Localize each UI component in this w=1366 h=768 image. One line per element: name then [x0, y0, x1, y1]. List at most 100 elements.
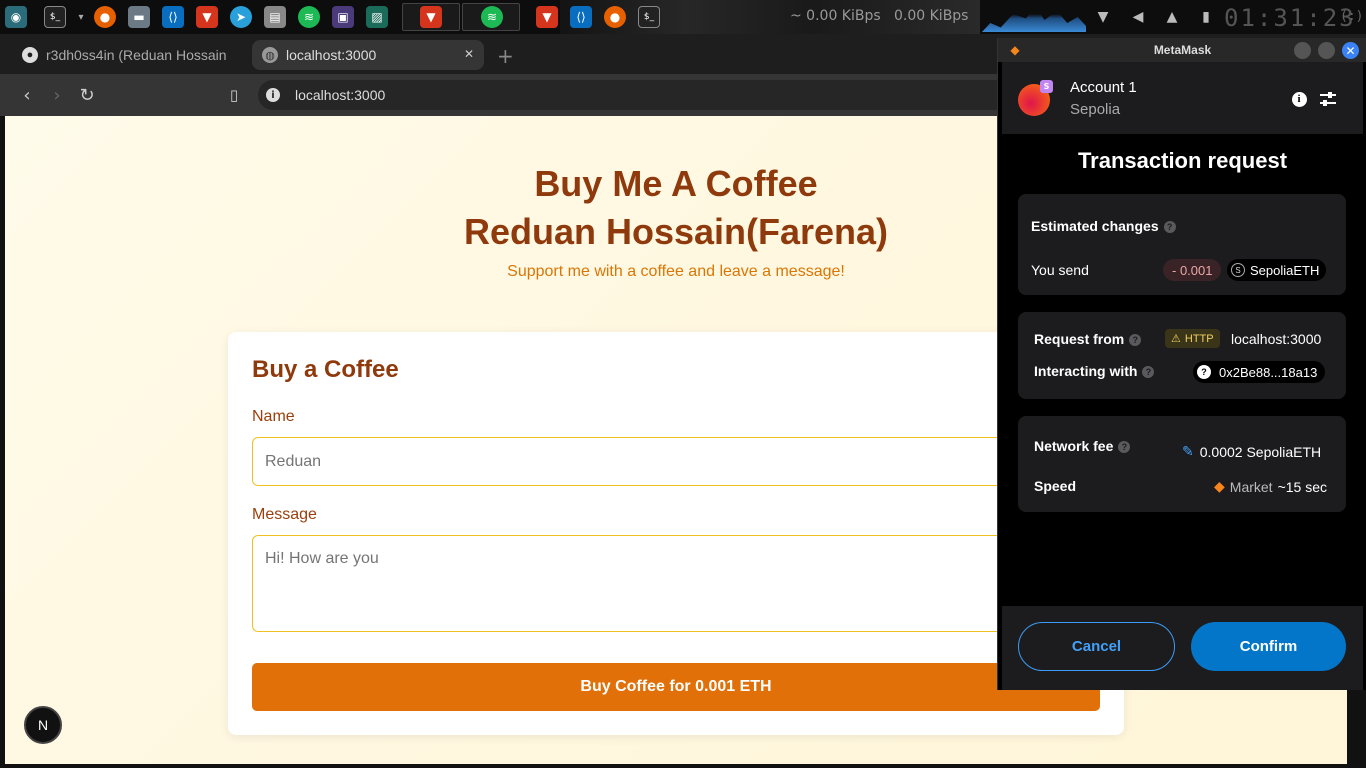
speed-time: ~15 sec — [1277, 478, 1328, 495]
fox-speed-icon: ◆ — [1214, 478, 1225, 494]
speed-value-row: ◆ Market ~15 sec — [1214, 478, 1327, 495]
message-label: Message — [252, 506, 317, 523]
interacting-with-label: Interacting with — [1034, 363, 1138, 379]
back-arrow-icon[interactable]: ‹ — [16, 84, 38, 106]
vscode-icon[interactable]: ⟨⟩ — [162, 6, 184, 28]
metamask-titlebar: ◆ MetaMask ✕ — [998, 38, 1366, 62]
minimize-window-button[interactable] — [1294, 42, 1311, 59]
site-info-icon[interactable]: i — [266, 88, 280, 102]
buy-coffee-button[interactable]: Buy Coffee for 0.001 ETH — [252, 663, 1100, 711]
desktop-screen: ◉ $_ ▾ ● ▬ ⟨⟩ ▼ ➤ ▤ ≋ ▣ ▨ ▼ ≋ ▼ ⟨⟩ ● $_ … — [0, 0, 1366, 768]
wifi-icon[interactable]: ▼ — [1093, 7, 1113, 27]
forward-arrow-icon[interactable]: › — [46, 84, 68, 106]
estimated-changes-row: Estimated changes? — [1031, 218, 1176, 234]
spotify-icon[interactable]: ≋ — [298, 6, 320, 28]
contract-address-pill[interactable]: ? 0x2Be88...18a13 — [1193, 361, 1326, 383]
speed-label: Speed — [1034, 478, 1077, 494]
firefox-icon[interactable]: ● — [94, 6, 116, 28]
brave-icon[interactable]: ▼ — [196, 6, 218, 28]
warning-triangle-icon: ⚠ — [1171, 333, 1181, 345]
you-send-label: You send — [1031, 262, 1089, 278]
telegram-icon[interactable]: ➤ — [230, 6, 252, 28]
tab-label: r3dh0ss4in (Reduan Hossain — [46, 47, 227, 63]
battery-icon[interactable]: ▮ — [1196, 7, 1216, 27]
spotify-window-icon[interactable]: ≋ — [481, 6, 503, 28]
notification-bell-icon[interactable]: ▲ — [1162, 7, 1182, 27]
tab-localhost[interactable]: ◍ localhost:3000 ✕ — [252, 40, 484, 70]
settings-sliders-icon[interactable] — [1318, 89, 1338, 109]
github-icon: ● — [22, 47, 38, 63]
terminal-task-icon[interactable]: $_ — [638, 6, 660, 28]
reload-icon[interactable]: ↻ — [76, 84, 98, 106]
clock-seconds-indicator: (:) — [1340, 9, 1364, 24]
account-name: Account 1 — [1070, 79, 1137, 96]
address-bar-url[interactable]: localhost:3000 — [295, 87, 385, 103]
network-fee-label: Network fee — [1034, 438, 1114, 454]
http-badge-label: HTTP — [1184, 332, 1214, 345]
edit-pencil-icon[interactable]: ✎ — [1182, 443, 1194, 460]
account-header: S Account 1 Sepolia i — [1002, 62, 1363, 134]
screen-recorder-icon[interactable]: ▣ — [332, 6, 354, 28]
tab-github[interactable]: ● r3dh0ss4in (Reduan Hossain — [12, 40, 248, 70]
contract-address: 0x2Be88...18a13 — [1219, 364, 1318, 380]
document-viewer-icon[interactable]: ▤ — [264, 6, 286, 28]
interacting-with-row: Interacting with? — [1034, 363, 1155, 379]
close-tab-icon[interactable]: ✕ — [464, 47, 474, 61]
message-textarea[interactable] — [252, 535, 1100, 632]
unknown-contract-icon: ? — [1197, 365, 1211, 379]
network-download-speed: ~ 0.00 KiBps — [790, 8, 881, 24]
maximize-window-button[interactable] — [1318, 42, 1335, 59]
coffee-form-card: Buy a Coffee Name Message Buy Coffee for… — [228, 332, 1124, 735]
name-label: Name — [252, 408, 295, 425]
request-details-box: Request from? ⚠ HTTP localhost:3000 Inte… — [1018, 312, 1346, 399]
name-input[interactable] — [252, 437, 1100, 486]
network-activity-graph — [982, 6, 1086, 32]
network-upload-speed: 0.00 KiBps — [894, 8, 969, 24]
transaction-body: Transaction request Estimated changes? Y… — [1002, 134, 1363, 606]
address-bar[interactable]: i localhost:3000 — [258, 80, 1018, 110]
network-name: Sepolia — [1070, 101, 1121, 118]
close-window-button[interactable]: ✕ — [1342, 42, 1359, 59]
metamask-popup: ◆ MetaMask ✕ S Account 1 Sepolia i Trans… — [997, 38, 1366, 690]
token-icon: S — [1231, 263, 1245, 277]
network-fee-row: Network fee? — [1034, 438, 1131, 454]
clock: 01:31:23 — [1224, 4, 1356, 32]
action-footer: Cancel Confirm — [1002, 606, 1363, 690]
bookmark-icon[interactable]: ▯ — [223, 84, 245, 106]
vscode-task-icon[interactable]: ⟨⟩ — [570, 6, 592, 28]
nextjs-dev-badge[interactable]: N — [24, 706, 62, 744]
help-icon[interactable]: ? — [1118, 441, 1131, 454]
form-title: Buy a Coffee — [252, 356, 399, 383]
firefox-task-icon[interactable]: ● — [604, 6, 626, 28]
send-amount-pill: - 0.001 — [1163, 259, 1222, 281]
http-warning-badge: ⚠ HTTP — [1165, 329, 1220, 348]
network-fee-value-row[interactable]: ✎ 0.0002 SepoliaETH — [1182, 443, 1321, 460]
system-panel: ◉ $_ ▾ ● ▬ ⟨⟩ ▼ ➤ ▤ ≋ ▣ ▨ ▼ ≋ ▼ ⟨⟩ ● $_ … — [0, 0, 1366, 34]
help-icon[interactable]: ? — [1129, 334, 1142, 347]
image-viewer-icon[interactable]: ▨ — [366, 6, 388, 28]
app-launcher-icon[interactable]: ◉ — [5, 6, 27, 28]
terminal-icon[interactable]: $_ — [44, 6, 66, 28]
request-from-label: Request from — [1034, 331, 1125, 347]
network-fee-box: Network fee? ✎ 0.0002 SepoliaETH Speed ◆… — [1018, 416, 1346, 512]
network-fee-value: 0.0002 SepoliaETH — [1199, 443, 1322, 460]
help-icon[interactable]: ? — [1163, 221, 1176, 234]
brave-task-icon[interactable]: ▼ — [536, 6, 558, 28]
send-token-pill[interactable]: S SepoliaETH — [1227, 259, 1327, 281]
speed-value: Market — [1229, 478, 1273, 495]
network-badge: S — [1040, 80, 1053, 93]
cancel-button[interactable]: Cancel — [1018, 622, 1175, 671]
info-icon[interactable]: i — [1289, 89, 1309, 109]
estimated-changes-label: Estimated changes — [1031, 218, 1159, 234]
confirm-button[interactable]: Confirm — [1191, 622, 1346, 671]
estimated-changes-box: Estimated changes? You send - 0.001 S Se… — [1018, 194, 1346, 295]
volume-icon[interactable]: ◀ — [1128, 7, 1148, 27]
new-tab-button[interactable]: + — [497, 44, 514, 68]
request-origin: localhost:3000 — [1231, 331, 1322, 347]
chevron-down-icon[interactable]: ▾ — [70, 6, 92, 28]
globe-icon: ◍ — [262, 47, 278, 63]
help-icon[interactable]: ? — [1142, 366, 1155, 379]
brave-window-icon[interactable]: ▼ — [420, 6, 442, 28]
file-manager-icon[interactable]: ▬ — [128, 6, 150, 28]
tab-label: localhost:3000 — [286, 47, 377, 63]
